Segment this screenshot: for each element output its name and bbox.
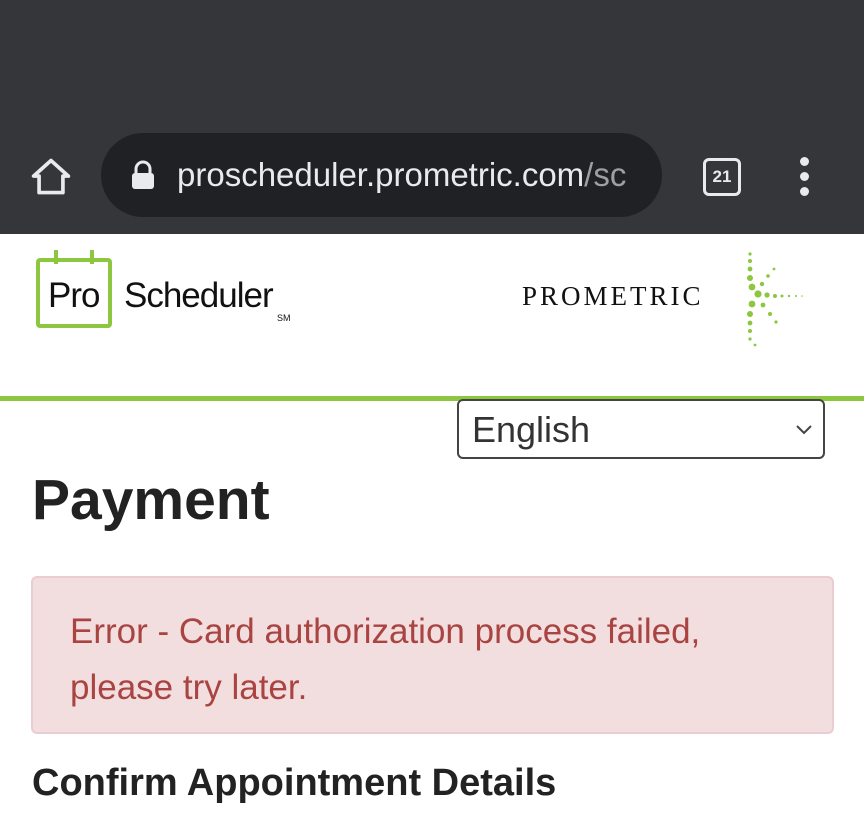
- logo-servicemark: SM: [277, 313, 291, 323]
- error-message: Error - Card authorization process faile…: [70, 612, 701, 707]
- browser-toolbar: proscheduler.prometric.com/sc 21: [0, 0, 864, 234]
- prometric-logo[interactable]: PROMETRIC: [520, 248, 810, 352]
- prometric-dots-icon: [747, 252, 803, 347]
- language-select[interactable]: English: [457, 399, 825, 459]
- page-title: Payment: [32, 468, 270, 532]
- logo-pro-text: Pro: [48, 276, 100, 315]
- calendar-ring-right: [90, 250, 94, 264]
- logo-scheduler-text: Scheduler: [124, 276, 274, 315]
- url-text: proscheduler.prometric.com/sc: [177, 154, 626, 196]
- prometric-wordmark: PROMETRIC: [522, 281, 704, 311]
- lock-icon: [132, 160, 154, 189]
- error-alert: Error - Card authorization process faile…: [31, 576, 834, 734]
- proscheduler-logo[interactable]: Pro Scheduler SM: [34, 250, 304, 340]
- calendar-ring-left: [54, 250, 58, 264]
- address-bar[interactable]: proscheduler.prometric.com/sc: [101, 133, 662, 217]
- language-select-value: English: [472, 409, 591, 450]
- url-path: /sc: [584, 156, 627, 193]
- tab-count: 21: [712, 167, 732, 186]
- more-vert-icon[interactable]: [790, 155, 820, 199]
- home-button[interactable]: [26, 152, 76, 202]
- tab-switcher-button[interactable]: 21: [700, 155, 742, 197]
- section-heading: Confirm Appointment Details: [32, 762, 557, 804]
- home-icon: [31, 158, 71, 195]
- url-domain: proscheduler.prometric.com: [177, 156, 585, 193]
- chevron-down-icon: [796, 425, 812, 435]
